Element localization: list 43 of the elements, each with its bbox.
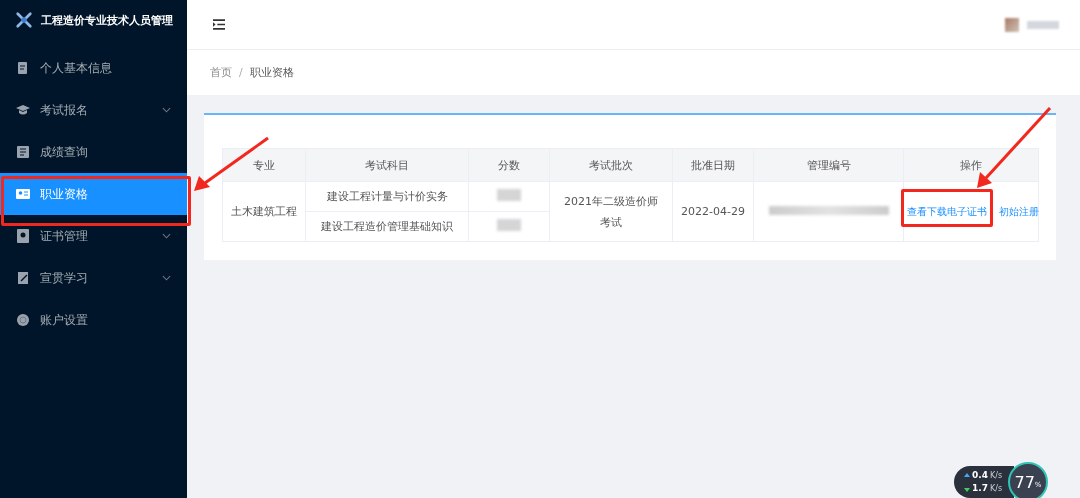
down-arrow-icon <box>964 485 970 492</box>
download-speed: 1.7 <box>972 482 988 495</box>
column-header: 考试批次 <box>549 148 673 182</box>
breadcrumb-separator: / <box>239 66 243 79</box>
blurred-score <box>497 189 521 201</box>
speed-unit: K/s <box>989 470 1003 482</box>
table-cell: 2022-04-29 <box>672 181 754 242</box>
sidebar-item[interactable]: 宣贯学习 <box>0 257 187 299</box>
report-card-icon <box>16 145 30 159</box>
table-cell: 土木建筑工程 <box>222 181 306 242</box>
blurred-score <box>497 219 521 231</box>
sidebar-item[interactable]: 考试报名 <box>0 89 187 131</box>
circle-icon <box>16 313 30 327</box>
chevron-down-icon <box>162 107 171 113</box>
column-header: 操作 <box>903 148 1039 182</box>
certificate-icon <box>16 229 30 243</box>
blurred-username <box>1027 20 1059 29</box>
chevron-down-icon <box>162 233 171 239</box>
breadcrumb-link[interactable]: 首页 <box>210 65 232 80</box>
graduation-cap-icon <box>16 103 30 117</box>
column-header: 考试科目 <box>305 148 469 182</box>
sidebar-item[interactable]: 账户设置 <box>0 299 187 341</box>
chevron-down-icon <box>162 275 171 281</box>
table-cell: 建设工程造价管理基础知识 <box>305 211 469 242</box>
app-title: 工程造价专业技术人员管理 <box>41 12 173 28</box>
speed-unit: K/s <box>989 483 1003 495</box>
up-arrow-icon <box>964 472 970 479</box>
column-header: 管理编号 <box>753 148 904 182</box>
id-card-icon <box>16 187 30 201</box>
avatar-placeholder <box>1005 17 1019 32</box>
column-header: 分数 <box>468 148 550 182</box>
table-cell: 建设工程计量与计价实务 <box>305 181 469 212</box>
sidebar-item[interactable]: 成绩查询 <box>0 131 187 173</box>
clipboard-icon <box>16 61 30 75</box>
sidebar-item[interactable]: 证书管理 <box>0 215 187 257</box>
column-header: 批准日期 <box>672 148 754 182</box>
sidebar-item[interactable]: 个人基本信息 <box>0 47 187 89</box>
table-cell: 2021年二级造价师考试 <box>549 181 673 242</box>
notebook-icon <box>16 271 30 285</box>
logo-icon <box>15 11 33 29</box>
upload-speed: 0.4 <box>972 469 988 482</box>
column-header: 专业 <box>222 148 306 182</box>
menu-fold-icon[interactable] <box>213 19 225 30</box>
